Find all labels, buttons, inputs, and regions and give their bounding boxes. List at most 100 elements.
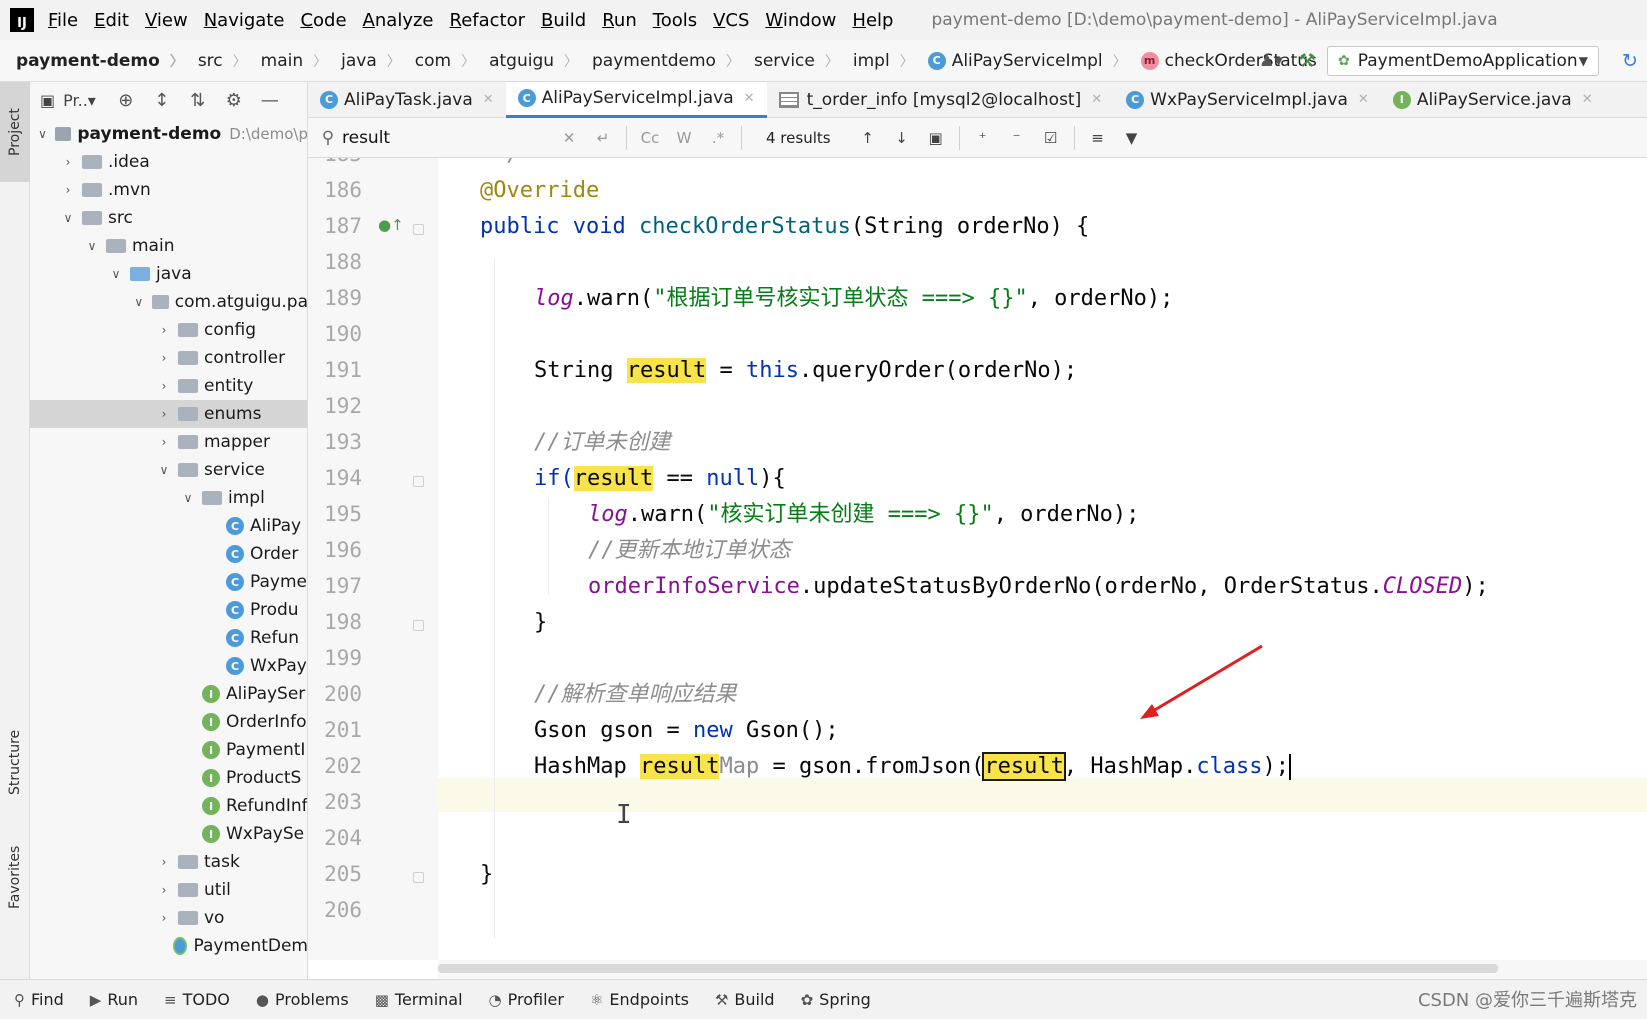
tree-item[interactable]: › entity bbox=[30, 372, 307, 400]
menu-build[interactable]: Build bbox=[541, 10, 586, 31]
filter-icon[interactable]: ▼ bbox=[1115, 129, 1149, 147]
breadcrumb-com[interactable]: com 〉 bbox=[401, 51, 475, 71]
chevron-down-icon[interactable]: ∨ bbox=[60, 211, 76, 225]
close-icon[interactable]: ✕ bbox=[1358, 92, 1369, 107]
fold-marker-icon[interactable] bbox=[413, 620, 424, 631]
tree-item[interactable]: C Refun bbox=[30, 624, 307, 652]
horizontal-scrollbar[interactable] bbox=[438, 960, 1647, 979]
tree-item[interactable]: I WxPaySe bbox=[30, 820, 307, 848]
implements-method-icon[interactable]: ●↑ bbox=[378, 216, 404, 234]
minimize-icon[interactable]: — bbox=[252, 90, 288, 111]
menu-edit[interactable]: Edit bbox=[94, 10, 129, 31]
breadcrumb-service[interactable]: service 〉 bbox=[740, 51, 839, 71]
chevron-right-icon[interactable]: › bbox=[156, 351, 172, 365]
close-icon[interactable]: ✕ bbox=[744, 91, 755, 106]
find-tool-button[interactable]: ⚲ Find bbox=[14, 990, 64, 1009]
tree-item[interactable]: I ProductS bbox=[30, 764, 307, 792]
chevron-right-icon[interactable]: › bbox=[156, 379, 172, 393]
remove-selection-icon[interactable]: ⁻ bbox=[1000, 129, 1034, 147]
editor-tab[interactable]: C AliPayTask.java ✕ bbox=[308, 82, 506, 118]
menu-run[interactable]: Run bbox=[602, 10, 637, 31]
editor-tab[interactable]: C WxPayServiceImpl.java ✕ bbox=[1114, 82, 1381, 118]
add-selection-icon[interactable]: ⁺ bbox=[966, 129, 1000, 147]
tree-item[interactable]: › mapper bbox=[30, 428, 307, 456]
build-tool-button[interactable]: ⚒ Build bbox=[715, 990, 775, 1009]
project-tool-tab[interactable]: Project bbox=[0, 82, 30, 182]
menu-view[interactable]: View bbox=[145, 10, 188, 31]
previous-occurrence-icon[interactable]: ↑ bbox=[851, 129, 885, 147]
tree-item[interactable]: › enums bbox=[30, 400, 307, 428]
editor-tab[interactable]: C AliPayServiceImpl.java ✕ bbox=[505, 81, 767, 118]
chevron-down-icon[interactable]: ∨ bbox=[156, 463, 172, 477]
tree-item[interactable]: C Produ bbox=[30, 596, 307, 624]
tree-item[interactable]: I RefundInf bbox=[30, 792, 307, 820]
problems-tool-button[interactable]: ● Problems bbox=[256, 990, 349, 1009]
tree-item[interactable]: I PaymentI bbox=[30, 736, 307, 764]
tree-item[interactable]: I OrderInfo bbox=[30, 708, 307, 736]
tree-item[interactable]: ∨ com.atguigu.pa bbox=[30, 288, 307, 316]
close-icon[interactable]: ✕ bbox=[1091, 92, 1102, 107]
breadcrumb-java[interactable]: java 〉 bbox=[327, 51, 401, 71]
tree-item[interactable]: › controller bbox=[30, 344, 307, 372]
project-view-select[interactable]: Pr..▾ bbox=[63, 91, 96, 110]
spring-tool-button[interactable]: ✿ Spring bbox=[801, 990, 871, 1009]
tree-item[interactable]: ∨ impl bbox=[30, 484, 307, 512]
breadcrumb-src[interactable]: src 〉 bbox=[184, 51, 247, 71]
tree-item[interactable]: › .idea bbox=[30, 148, 307, 176]
build-hammer-icon[interactable]: ⚒ bbox=[1287, 50, 1327, 72]
chevron-right-icon[interactable]: › bbox=[60, 183, 76, 197]
match-case-button[interactable]: Cc bbox=[633, 129, 667, 147]
breadcrumb-impl[interactable]: impl 〉 bbox=[839, 51, 914, 71]
next-occurrence-icon[interactable]: ↓ bbox=[885, 129, 919, 147]
tree-item[interactable]: C AliPay bbox=[30, 512, 307, 540]
expand-all-icon[interactable]: ↕ bbox=[144, 90, 180, 111]
clear-icon[interactable]: ✕ bbox=[552, 129, 586, 147]
tree-item[interactable]: ∨ src bbox=[30, 204, 307, 232]
tree-item[interactable]: › config bbox=[30, 316, 307, 344]
breadcrumb-main[interactable]: main 〉 bbox=[247, 51, 327, 71]
editor-tab[interactable]: t_order_info [mysql2@localhost] ✕ bbox=[767, 82, 1115, 118]
tree-item[interactable]: ∨ payment-demo D:\demo\p bbox=[30, 120, 307, 148]
tree-item[interactable]: ∨ java bbox=[30, 260, 307, 288]
scrollbar-thumb[interactable] bbox=[438, 964, 1498, 973]
tree-item[interactable]: › util bbox=[30, 876, 307, 904]
chevron-right-icon[interactable]: › bbox=[156, 911, 172, 925]
tree-item[interactable]: C Payme bbox=[30, 568, 307, 596]
tree-item[interactable]: › task bbox=[30, 848, 307, 876]
code-editor[interactable]: */ @Override public void checkOrderStatu… bbox=[438, 158, 1647, 960]
chevron-right-icon[interactable]: › bbox=[156, 435, 172, 449]
chevron-right-icon[interactable]: › bbox=[156, 407, 172, 421]
terminal-tool-button[interactable]: ▩ Terminal bbox=[375, 990, 463, 1009]
chevron-down-icon[interactable]: ∨ bbox=[36, 127, 49, 141]
menu-refactor[interactable]: Refactor bbox=[450, 10, 526, 31]
breadcrumb-class[interactable]: C AliPayServiceImpl 〉 bbox=[914, 51, 1127, 71]
tree-item[interactable]: › vo bbox=[30, 904, 307, 932]
menu-vcs[interactable]: VCS bbox=[713, 10, 749, 31]
fold-marker-icon[interactable] bbox=[413, 224, 424, 235]
chevron-right-icon[interactable]: › bbox=[156, 855, 172, 869]
menu-code[interactable]: Code bbox=[300, 10, 346, 31]
fold-marker-icon[interactable] bbox=[413, 872, 424, 883]
run-configuration-select[interactable]: ✿ PaymentDemoApplication ▼ bbox=[1327, 46, 1599, 76]
chevron-down-icon[interactable]: ∨ bbox=[180, 491, 196, 505]
endpoints-tool-button[interactable]: ⚛ Endpoints bbox=[590, 990, 689, 1009]
tree-item[interactable]: PaymentDem bbox=[30, 932, 307, 960]
regex-button[interactable]: .* bbox=[701, 129, 735, 147]
tree-item[interactable]: C WxPay bbox=[30, 652, 307, 680]
user-icon[interactable]: ♟▾ bbox=[1255, 51, 1287, 71]
chevron-down-icon[interactable]: ∨ bbox=[132, 295, 146, 309]
select-all-occurrences-icon[interactable]: ▣ bbox=[919, 129, 953, 147]
words-button[interactable]: W bbox=[667, 129, 701, 147]
run-tool-button[interactable]: ▶ Run bbox=[90, 990, 138, 1009]
tree-item[interactable]: ∨ main bbox=[30, 232, 307, 260]
toggle-selection-icon[interactable]: ☑ bbox=[1034, 129, 1068, 147]
breadcrumb-paymentdemo[interactable]: paymentdemo 〉 bbox=[578, 51, 740, 71]
menu-file[interactable]: File bbox=[48, 10, 78, 31]
search-input[interactable] bbox=[342, 127, 552, 148]
gear-icon[interactable]: ⚙ bbox=[216, 90, 252, 111]
tree-item[interactable]: ∨ service bbox=[30, 456, 307, 484]
editor-tab[interactable]: I AliPayService.java ✕ bbox=[1381, 82, 1605, 118]
refresh-icon[interactable]: ↻ bbox=[1613, 50, 1647, 72]
favorites-tool-tab[interactable]: Favorites bbox=[0, 827, 30, 927]
tree-item[interactable]: › .mvn bbox=[30, 176, 307, 204]
